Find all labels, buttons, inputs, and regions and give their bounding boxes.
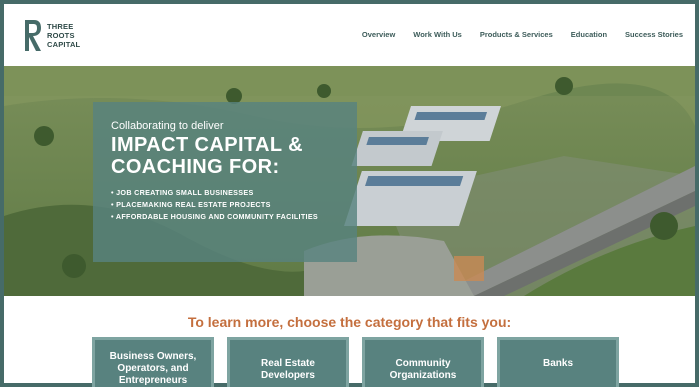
hero-overlay-panel: Collaborating to deliver IMPACT CAPITAL … (93, 102, 357, 262)
nav-education[interactable]: Education (571, 30, 607, 39)
brand-wordmark: THREE ROOTS CAPITAL (47, 22, 80, 49)
category-label-line: Business Owners, (109, 351, 197, 362)
category-real-estate-button[interactable]: Real Estate Developers (227, 337, 349, 387)
category-label-line: Entrepreneurs (118, 375, 188, 386)
nav-success-stories[interactable]: Success Stories (625, 30, 683, 39)
hero-title-line-1: IMPACT CAPITAL & (111, 134, 303, 156)
category-business-owners-button[interactable]: Business Owners, Operators, and Entrepre… (92, 337, 214, 387)
hero-banner: Collaborating to deliver IMPACT CAPITAL … (4, 66, 695, 296)
category-label-line: Organizations (389, 370, 457, 381)
category-label-line: Community (395, 358, 451, 369)
category-label: Business Owners, Operators, and Entrepre… (110, 351, 197, 387)
category-banks-button[interactable]: Banks (497, 337, 619, 387)
nav-work-with-us[interactable]: Work With Us (413, 30, 462, 39)
hero-bullet: AFFORDABLE HOUSING AND COMMUNITY FACILIT… (111, 211, 339, 223)
site-header: THREE ROOTS CAPITAL Overview Work With U… (4, 4, 695, 66)
category-heading: To learn more, choose the category that … (187, 314, 512, 330)
category-label-line: Operators, and (117, 363, 189, 374)
category-label-line: Developers (261, 370, 315, 381)
nav-overview[interactable]: Overview (362, 30, 395, 39)
category-label: Real Estate Developers (261, 358, 315, 382)
category-buttons: Business Owners, Operators, and Entrepre… (92, 337, 619, 387)
hero-bullet: JOB CREATING SMALL BUSINESSES (111, 187, 339, 199)
hero-bullet: PLACEMAKING REAL ESTATE PROJECTS (111, 199, 339, 211)
category-label-line: Real Estate (261, 358, 315, 369)
category-label: Community Organizations (390, 358, 457, 382)
nav-products-services[interactable]: Products & Services (480, 30, 553, 39)
category-community-orgs-button[interactable]: Community Organizations (362, 337, 484, 387)
hero-bullet-list: JOB CREATING SMALL BUSINESSES PLACEMAKIN… (111, 187, 339, 223)
hero-title-line-2: COACHING FOR: (111, 156, 280, 178)
category-label: Banks (543, 358, 573, 370)
hero-kicker: Collaborating to deliver (111, 120, 224, 132)
brand-logo[interactable]: THREE ROOTS CAPITAL (24, 19, 80, 52)
brand-line-1: THREE (47, 22, 74, 31)
category-label-line: Banks (542, 358, 573, 369)
logo-r-icon (25, 20, 41, 51)
brand-line-3: CAPITAL (47, 40, 81, 49)
main-nav: Overview Work With Us Products & Service… (362, 30, 683, 39)
brand-line-2: ROOTS (47, 31, 75, 40)
